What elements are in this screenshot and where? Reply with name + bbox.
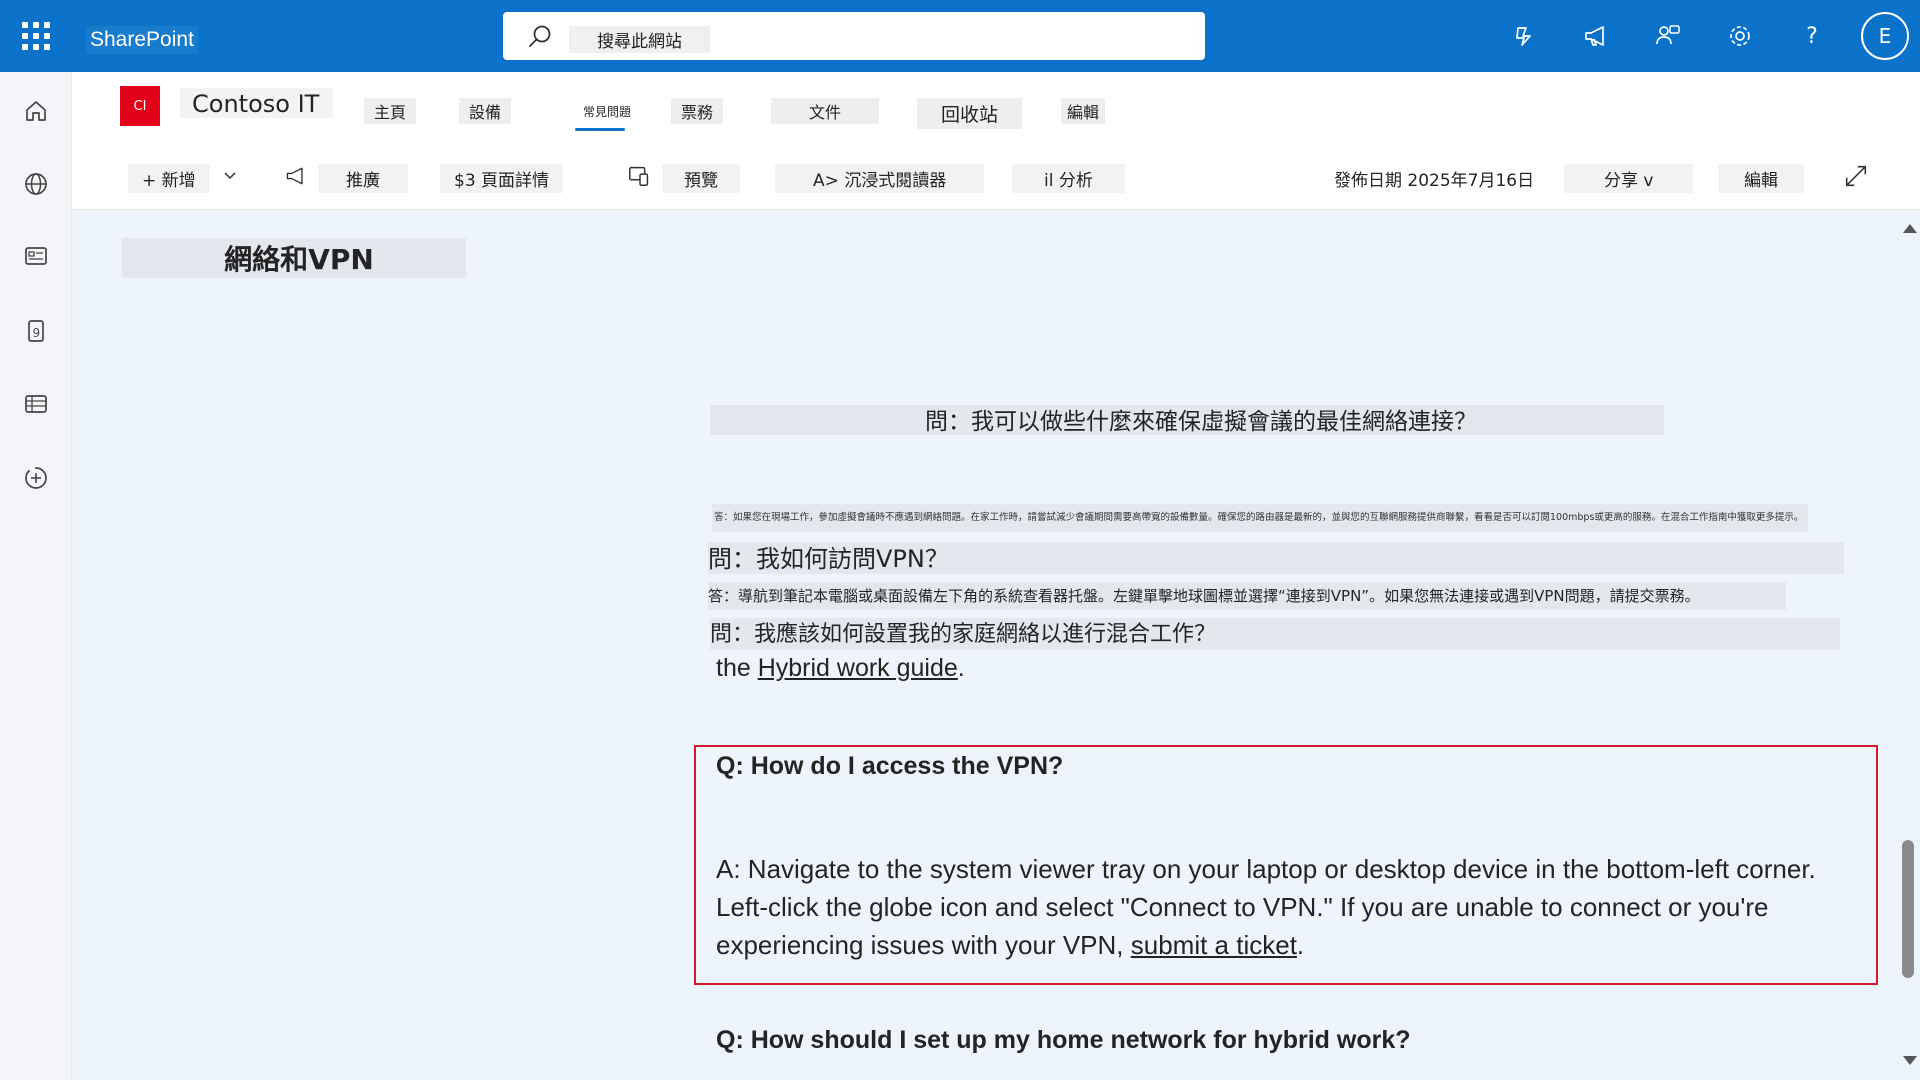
create-icon[interactable] — [18, 460, 54, 496]
submit-ticket-link[interactable]: submit a ticket — [1131, 930, 1297, 960]
search-icon — [529, 25, 551, 47]
faq-question: 問：我可以做些什麼來確保虛擬會議的最佳網絡連接？ — [710, 405, 1664, 435]
site-logo[interactable]: CI — [120, 86, 160, 126]
nav-recycle-bin[interactable]: 回收站 — [917, 98, 1023, 129]
section-title: 網絡和VPN — [122, 238, 466, 278]
search-input[interactable]: 搜尋此網站 — [569, 26, 710, 53]
analytics-button[interactable]: il 分析 — [1012, 164, 1125, 193]
help-icon[interactable]: ? — [1794, 18, 1830, 54]
hybrid-work-guide-link[interactable]: Hybrid work guide — [758, 654, 958, 682]
megaphone-icon[interactable] — [1578, 18, 1614, 54]
new-button[interactable]: + 新增 — [128, 164, 210, 193]
preview-icon[interactable] — [626, 162, 654, 190]
expand-icon[interactable] — [1842, 162, 1870, 190]
published-date: 發佈日期 2025年7月16日 — [1334, 171, 1535, 191]
share-button[interactable]: 分享 v — [1564, 164, 1694, 193]
globe-icon[interactable] — [18, 166, 54, 202]
faq-answer-suffix: . — [1296, 930, 1305, 960]
command-bar: + 新增 推廣 $3 頁面詳情 預覽 A> 沉浸式閱讀器 il 分析 發佈日期 … — [72, 144, 1920, 210]
active-nav-indicator — [575, 128, 625, 131]
faq-question: 問：我應該如何設置我的家庭網絡以進行混合工作？ — [710, 618, 1840, 650]
files-icon[interactable]: 9 — [18, 313, 54, 349]
site-title[interactable]: Contoso IT — [180, 88, 334, 118]
promote-icon[interactable] — [282, 162, 310, 190]
faq-answer-en: A: Navigate to the system viewer tray on… — [716, 850, 1866, 964]
nav-edit[interactable]: 編輯 — [1061, 98, 1106, 124]
chevron-down-icon[interactable] — [216, 162, 244, 190]
nav-home[interactable]: 主頁 — [364, 98, 417, 124]
page-details-button[interactable]: $3 頁面詳情 — [440, 164, 564, 193]
gear-icon[interactable] — [1722, 18, 1758, 54]
suite-bar: SharePoint 搜尋此網站 ? E — [0, 0, 1920, 72]
scrollbar[interactable] — [1898, 210, 1920, 1080]
nav-documents[interactable]: 文件 — [771, 98, 880, 124]
nav-tickets[interactable]: 票務 — [671, 98, 724, 124]
news-icon[interactable] — [18, 238, 54, 274]
waffle-icon[interactable] — [18, 18, 54, 54]
guide-line: the Hybrid work guide. — [716, 654, 965, 683]
page-canvas: 網絡和VPN 問：我可以做些什麼來確保虛擬會議的最佳網絡連接？ 答：如果您在現場… — [72, 210, 1898, 1080]
scroll-down-arrow[interactable] — [1903, 1056, 1917, 1065]
guide-suffix: . — [957, 654, 965, 682]
app-name[interactable]: SharePoint — [86, 26, 198, 54]
people-chat-icon[interactable] — [1650, 18, 1686, 54]
svg-text:9: 9 — [33, 326, 41, 340]
scrollbar-thumb[interactable] — [1902, 840, 1914, 978]
search-box[interactable]: 搜尋此網站 — [503, 12, 1205, 60]
nav-faq[interactable]: 常見問題 — [573, 102, 641, 121]
scroll-up-arrow[interactable] — [1903, 224, 1917, 233]
copilot-icon[interactable] — [1506, 18, 1542, 54]
faq-answer: 答：如果您在現場工作，參加虛擬會議時不應遇到網絡問題。在家工作時，請嘗試減少會議… — [712, 504, 1808, 532]
faq-question-en: Q: How do I access the VPN? — [716, 752, 1064, 780]
faq-answer: 答：導航到筆記本電腦或桌面設備左下角的系統查看器托盤。左鍵單擊地球圖標並選擇“連… — [708, 582, 1786, 610]
home-icon[interactable] — [18, 93, 54, 129]
faq-question-en: Q: How should I set up my home network f… — [716, 1026, 1411, 1054]
nav-devices[interactable]: 設備 — [459, 98, 512, 124]
immersive-reader-button[interactable]: A> 沉浸式閱讀器 — [775, 164, 985, 193]
faq-question: 問：我如何訪問VPN？ — [708, 542, 1844, 574]
edit-button[interactable]: 編輯 — [1718, 164, 1804, 193]
promote-button[interactable]: 推廣 — [318, 164, 408, 193]
site-header: CI Contoso IT 主頁 設備 常見問題 票務 文件 回收站 編輯 — [72, 72, 1920, 144]
preview-button[interactable]: 預覽 — [662, 164, 740, 193]
app-bar: 9 — [0, 72, 72, 1080]
guide-prefix: the — [716, 654, 758, 682]
avatar[interactable]: E — [1861, 12, 1909, 60]
lists-icon[interactable] — [18, 386, 54, 422]
